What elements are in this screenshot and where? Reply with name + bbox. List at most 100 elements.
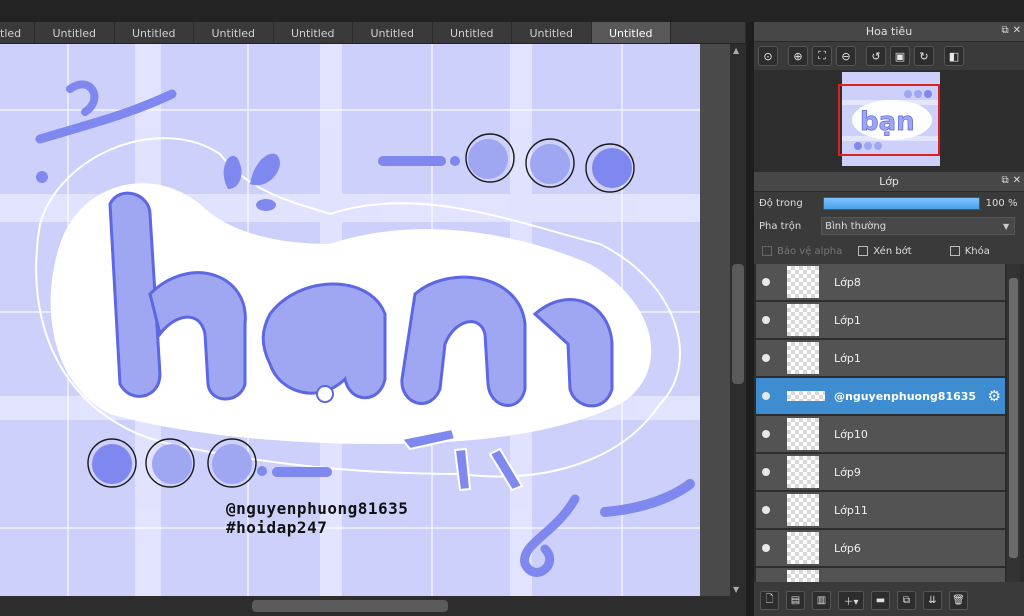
checkbox-box[interactable] [949,246,960,256]
tab-document[interactable]: Untitled [35,22,115,43]
layer-title: Lớp [879,175,899,188]
layer-options: Bảo vệ alpha Xén bớt Khóa [754,238,1024,264]
layer-row[interactable]: Lớp10 [756,416,1005,453]
tab-document[interactable]: Untitled [114,22,194,43]
add-layer-menu-icon[interactable]: ＋▾ [838,591,864,610]
layer-actions: 🗋 ▤ ▥ ＋▾ ▬ ⧉ ⇊ 🗑 [754,585,1024,616]
layer-header: Lớp ⧉ ✕ [754,172,1024,192]
protect-alpha-checkbox[interactable]: Bảo vệ alpha [762,246,842,257]
zoom-in-icon[interactable]: ⊕ [788,46,808,66]
layer-thumbnail [787,456,819,488]
document-tabbar: tled Untitled Untitled Untitled Untitled… [0,22,745,44]
visibility-icon[interactable] [762,354,770,362]
tab-document[interactable]: Untitled [353,22,433,43]
layer-row[interactable]: Lớp1 [756,340,1005,377]
layer-row[interactable]: Lớp11 [756,492,1005,529]
visibility-icon[interactable] [762,430,770,438]
layer-row[interactable]: Lớp9 [756,454,1005,491]
layer-row[interactable]: Lớp6 [756,530,1005,567]
protect-alpha-label: Bảo vệ alpha [777,245,843,257]
visibility-icon[interactable] [762,506,770,514]
lock-label: Khóa [964,245,990,257]
rotate-right-icon[interactable]: ↻ [914,46,934,66]
clipping-label: Xén bớt [873,245,912,257]
canvas-horizontal-scrollbar[interactable] [0,596,746,616]
layer-name: Lớp11 [834,503,868,517]
new-raster-layer-icon[interactable]: ▤ [786,591,805,610]
layer-row-selected[interactable]: @nguyenphuong81635 ⚙ [756,378,1005,415]
duplicate-layer-icon[interactable]: ⧉ [897,591,916,610]
close-icon[interactable]: ✕ [1013,175,1021,186]
tab-document[interactable]: Untitled [512,22,592,43]
fit-icon[interactable]: ⛶ [812,46,832,66]
close-icon[interactable]: ✕ [1013,25,1021,36]
drawing-canvas[interactable]: @nguyenphuong81635 #hoidap247 [0,44,700,596]
watermark-tag: #hoidap247 [226,518,328,537]
opacity-value: 100 % [985,197,1018,209]
layer-name: Lớp9 [834,465,861,479]
navigator-panel: Hoa tiêu ⧉ ✕ ⊙ ⊕ ⛶ ⊖ ↺ ▣ ↻ ◧ bạn [754,22,1024,190]
flip-icon[interactable]: ◧ [944,46,964,66]
undock-icon[interactable]: ⧉ [1001,175,1008,186]
watermark-user: @nguyenphuong81635 [226,499,409,518]
layer-scrollbar[interactable] [1007,264,1020,582]
tab-document[interactable]: tled [0,22,35,43]
navigator-header: Hoa tiêu ⧉ ✕ [754,22,1024,42]
title-strip [0,0,1024,22]
scroll-thumb[interactable] [1009,278,1018,558]
layer-thumbnail [787,266,819,298]
new-halftone-layer-icon[interactable]: ▥ [812,591,831,610]
layer-row[interactable] [756,568,1005,582]
scroll-down-icon[interactable]: ▼ [733,585,739,594]
zoom-actual-icon[interactable]: ⊙ [758,46,778,66]
layer-thumbnail [787,304,819,336]
lock-checkbox[interactable]: Khóa [949,245,990,257]
layer-thumbnail [787,532,819,564]
scroll-thumb[interactable] [732,264,744,384]
visibility-icon[interactable] [762,544,770,552]
canvas-vertical-scrollbar[interactable]: ▲ ▼ [730,44,746,596]
opacity-label: Độ trong [759,197,803,209]
layer-name: Lớp8 [834,275,861,289]
clipping-checkbox[interactable]: Xén bớt [858,245,912,257]
tab-document-active[interactable]: Untitled [591,22,671,43]
layer-thumbnail [787,391,825,401]
visibility-icon[interactable] [762,278,770,286]
gear-icon[interactable]: ⚙ [988,387,1001,405]
checkbox-box[interactable] [858,246,869,256]
layer-row[interactable]: Lớp1 [756,302,1005,339]
layer-thumbnail [787,342,819,374]
merge-layer-icon[interactable]: ⇊ [923,591,942,610]
layer-panel: Lớp ⧉ ✕ Độ trong 100 % Pha trộn Bình thườ… [754,172,1024,585]
layer-name: @nguyenphuong81635 [834,389,977,403]
new-folder-icon[interactable]: ▬ [871,591,890,610]
layer-thumbnail [787,494,819,526]
tab-document[interactable]: Untitled [432,22,512,43]
tab-document[interactable]: Untitled [194,22,274,43]
delete-layer-icon[interactable]: 🗑 [949,591,968,610]
visibility-icon[interactable] [762,468,770,476]
zoom-out-icon[interactable]: ⊖ [836,46,856,66]
viewport-indicator[interactable] [838,84,940,156]
blend-row: Pha trộn Bình thường ▼ [754,214,1024,238]
opacity-row: Độ trong 100 % [754,192,1024,214]
canvas-area[interactable]: @nguyenphuong81635 #hoidap247 [0,44,730,596]
layer-name: Lớp6 [834,541,861,555]
scroll-up-icon[interactable]: ▲ [733,46,739,55]
visibility-icon[interactable] [762,316,770,324]
layer-name: Lớp10 [834,427,868,441]
rotate-left-icon[interactable]: ↺ [866,46,886,66]
undock-icon[interactable]: ⧉ [1001,25,1008,36]
layer-row[interactable]: Lớp8 [756,264,1005,301]
fit-window-icon[interactable]: ▣ [890,46,910,66]
layer-thumbnail [787,570,819,582]
opacity-slider[interactable] [822,196,980,210]
scroll-thumb[interactable] [252,600,448,612]
panel-divider[interactable] [746,22,754,616]
tab-document[interactable]: Untitled [273,22,353,43]
visibility-icon[interactable] [762,392,770,400]
new-layer-icon[interactable]: 🗋 [760,591,779,610]
navigator-toolbar: ⊙ ⊕ ⛶ ⊖ ↺ ▣ ↻ ◧ [754,42,1024,70]
blend-mode-select[interactable]: Bình thường ▼ [821,217,1016,235]
checkbox-box[interactable] [762,246,772,256]
